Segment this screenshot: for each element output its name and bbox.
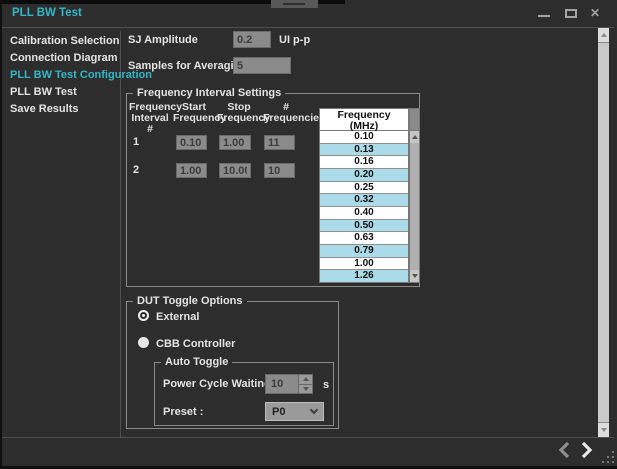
preset-dropdown[interactable]: P0 — [265, 402, 324, 421]
frequency-table-header-filler — [409, 108, 420, 131]
sidebar-item-save-results[interactable]: Save Results — [10, 103, 78, 115]
sj-amplitude-label: SJ Amplitude — [128, 34, 198, 46]
interval-2-stop-field[interactable] — [219, 163, 251, 178]
table-row[interactable]: 1.00 — [320, 258, 408, 271]
power-cycle-waiting-field[interactable]: 10 — [265, 374, 299, 394]
column-header-start-frequency: Start Frequency — [173, 102, 215, 124]
frequency-interval-settings-group: Frequency Interval Settings Frequency In… — [126, 93, 420, 287]
cbb-controller-radio[interactable] — [138, 337, 149, 348]
auto-toggle-title: Auto Toggle — [161, 356, 232, 368]
cbb-controller-radio-label[interactable]: CBB Controller — [156, 338, 235, 350]
preset-dropdown-value: P0 — [272, 406, 285, 418]
column-header-frequency-interval: Frequency Interval # — [129, 102, 171, 135]
stepper-down-icon[interactable] — [299, 384, 312, 394]
scrollbar-thumb[interactable] — [598, 42, 609, 423]
interval-2-frequencies-field[interactable] — [264, 163, 295, 178]
samples-for-averaging-field[interactable] — [233, 57, 291, 74]
table-row[interactable]: 1.26 — [320, 270, 408, 282]
chevron-down-icon — [310, 406, 318, 414]
minimize-button[interactable] — [538, 15, 550, 17]
sj-amplitude-field[interactable] — [233, 31, 271, 48]
table-row[interactable]: 0.50 — [320, 220, 408, 233]
resize-grip[interactable] — [602, 451, 616, 465]
close-button[interactable]: ✕ — [590, 6, 600, 20]
interval-2-label: 2 — [133, 164, 139, 176]
main-scrollbar[interactable] — [598, 28, 609, 437]
table-row[interactable]: 0.13 — [320, 144, 408, 157]
background-window-minimize-fragment — [271, 0, 318, 8]
column-header-num-frequencies: # Frequencies — [263, 102, 309, 124]
auto-toggle-group: Auto Toggle Power Cycle Waiting : 10 s P… — [154, 362, 334, 426]
table-row[interactable]: 0.79 — [320, 245, 408, 258]
dut-toggle-options-group: DUT Toggle Options External CBB Controll… — [126, 301, 339, 429]
sj-amplitude-unit: UI p-p — [279, 34, 310, 46]
table-row[interactable]: 0.10 — [320, 131, 408, 144]
window-title: PLL BW Test — [12, 7, 82, 19]
interval-2-start-field[interactable] — [176, 163, 207, 178]
scrollbar-down-icon[interactable] — [598, 423, 609, 437]
sidebar-item-calibration-selection[interactable]: Calibration Selection — [10, 35, 119, 47]
power-cycle-waiting-label: Power Cycle Waiting : — [163, 378, 278, 390]
external-radio[interactable] — [138, 310, 149, 321]
table-row[interactable]: 0.16 — [320, 156, 408, 169]
minimize-dash-icon — [283, 3, 305, 5]
scroll-down-icon[interactable] — [410, 270, 419, 282]
scrollbar-up-icon[interactable] — [598, 28, 609, 42]
frequency-table-header: Frequency (MHz) — [319, 108, 409, 131]
samples-for-averaging-label: Samples for Averaging — [128, 60, 247, 72]
power-cycle-waiting-unit: s — [323, 379, 329, 391]
table-row[interactable]: 0.63 — [320, 232, 408, 245]
dut-toggle-options-title: DUT Toggle Options — [133, 295, 247, 307]
frequency-table-body: 0.10 0.13 0.16 0.20 0.25 0.32 0.40 0.50 … — [319, 131, 409, 283]
interval-1-frequencies-field[interactable] — [264, 135, 295, 150]
next-page-button[interactable] — [578, 441, 594, 459]
column-header-stop-frequency: Stop Frequency — [217, 102, 261, 124]
table-row[interactable]: 0.32 — [320, 194, 408, 207]
sidebar-item-connection-diagram[interactable]: Connection Diagram — [10, 52, 118, 64]
interval-1-stop-field[interactable] — [219, 135, 251, 150]
table-row[interactable]: 0.20 — [320, 169, 408, 182]
stepper-up-icon[interactable] — [299, 375, 312, 384]
table-row[interactable]: 0.25 — [320, 182, 408, 195]
titlebar-divider — [2, 27, 614, 28]
interval-1-start-field[interactable] — [176, 135, 207, 150]
interval-1-label: 1 — [133, 136, 139, 148]
frequency-table-scrollbar[interactable] — [409, 131, 420, 283]
scroll-up-icon[interactable] — [410, 131, 419, 143]
maximize-button[interactable] — [565, 9, 577, 18]
table-row[interactable]: 0.40 — [320, 207, 408, 220]
sidebar-divider — [120, 31, 121, 437]
sidebar-item-pll-bw-test[interactable]: PLL BW Test — [10, 86, 77, 98]
power-cycle-waiting-stepper[interactable] — [299, 374, 313, 394]
frequency-interval-settings-title: Frequency Interval Settings — [133, 87, 285, 99]
preset-label: Preset : — [163, 406, 203, 418]
window-border-left — [0, 0, 2, 469]
external-radio-label[interactable]: External — [156, 311, 199, 323]
footer-divider — [2, 437, 614, 438]
previous-page-button[interactable] — [557, 441, 573, 459]
